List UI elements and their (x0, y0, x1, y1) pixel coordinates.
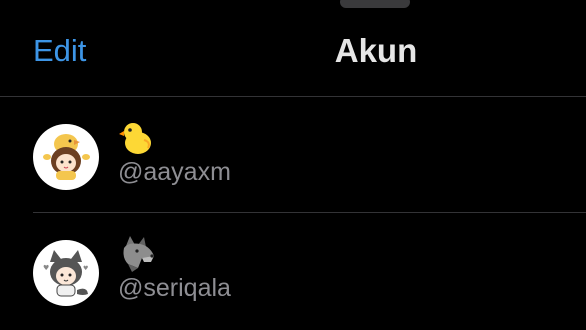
header-divider (0, 96, 586, 97)
account-handle: @seriqala (118, 274, 231, 302)
header: Edit Akun (0, 0, 586, 97)
account-row-aayaxm[interactable]: @aayaxm (0, 104, 586, 214)
avatar (33, 124, 99, 190)
svg-text:♥: ♥ (83, 265, 88, 272)
account-handle: @aayaxm (118, 158, 231, 186)
avatar: ♥ ♥ (33, 240, 99, 306)
svg-text:♥: ♥ (43, 264, 49, 272)
account-row-seriqala[interactable]: ♥ ♥ @seriqala (0, 220, 586, 330)
page-title: Akun (334, 32, 418, 69)
wolf-emoji-icon (123, 236, 154, 272)
chick-emoji-icon (119, 123, 151, 154)
row-divider (33, 212, 586, 213)
